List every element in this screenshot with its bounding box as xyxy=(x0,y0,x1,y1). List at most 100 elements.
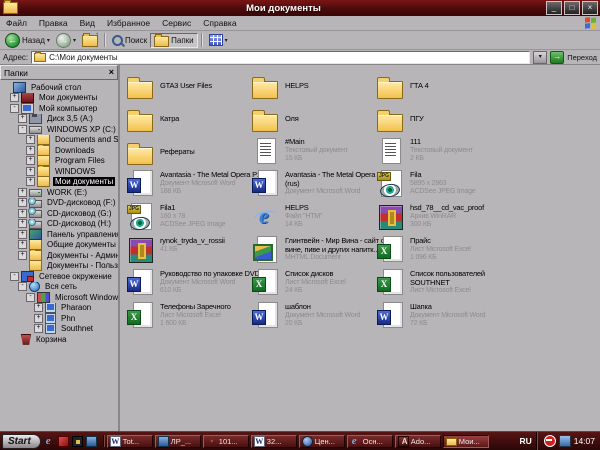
taskbar-task[interactable]: ЛР_... xyxy=(155,435,201,448)
expand-toggle[interactable]: + xyxy=(18,188,27,197)
tree-item[interactable]: +WORK (E:) xyxy=(0,187,118,198)
file-item[interactable]: 111Текстовый документ2 КБ xyxy=(376,136,501,169)
tree-item[interactable]: +DVD-дисковод (F:) xyxy=(0,198,118,209)
tree-item[interactable]: +Мои документы xyxy=(0,177,118,188)
expand-toggle[interactable]: + xyxy=(34,303,43,312)
file-item[interactable]: Катра xyxy=(126,103,251,136)
back-button[interactable]: ← Назад ▾ xyxy=(2,33,53,48)
expand-toggle[interactable]: - xyxy=(10,104,19,113)
sidebar-close-icon[interactable]: × xyxy=(109,68,114,77)
app-red-icon[interactable] xyxy=(58,436,69,447)
taskbar-task[interactable]: Осн... xyxy=(347,435,393,448)
menu-item[interactable]: Вид xyxy=(74,18,101,28)
expand-toggle[interactable]: - xyxy=(18,282,27,291)
tree-item[interactable]: +Program Files xyxy=(0,156,118,167)
menu-item[interactable]: Справка xyxy=(197,18,242,28)
tree-item[interactable]: +Панель управления xyxy=(0,229,118,240)
tree-item[interactable]: +CD-дисковод (H:) xyxy=(0,219,118,230)
file-item[interactable]: Fila1160 x 78ACDSee JPEG Image xyxy=(126,202,251,235)
tree-item[interactable]: +Pharaon xyxy=(0,303,118,314)
expand-toggle[interactable]: + xyxy=(18,114,27,123)
close-button[interactable]: × xyxy=(582,1,598,15)
menu-item[interactable]: Избранное xyxy=(101,18,156,28)
file-item[interactable]: Оля xyxy=(251,103,376,136)
tree-item[interactable]: Корзина xyxy=(0,334,118,345)
file-item[interactable]: Телефоны ЗаречногоЛист Microsoft Excel1 … xyxy=(126,301,251,334)
taskbar-task[interactable]: Ado... xyxy=(395,435,441,448)
views-dropdown-icon[interactable]: ▾ xyxy=(225,37,228,44)
file-item[interactable]: Руководство по упаковке DVDДокумент Micr… xyxy=(126,268,251,301)
up-button[interactable] xyxy=(79,33,101,48)
tree-item[interactable]: Документы - Пользователь xyxy=(0,261,118,272)
app-dark-icon[interactable] xyxy=(72,436,83,447)
tree-item[interactable]: +Phn xyxy=(0,313,118,324)
expand-toggle[interactable]: + xyxy=(34,324,43,333)
file-item[interactable]: HELPS xyxy=(251,70,376,103)
taskbar-task[interactable]: Tot... xyxy=(107,435,153,448)
taskbar-task[interactable]: 101... xyxy=(203,435,249,448)
tree-item[interactable]: +Диск 3,5 (A:) xyxy=(0,114,118,125)
tree-item[interactable]: -WINDOWS XP (C:) xyxy=(0,124,118,135)
tray-blue-icon[interactable] xyxy=(559,435,571,447)
forward-dropdown-icon[interactable]: ▾ xyxy=(73,37,76,44)
back-dropdown-icon[interactable]: ▾ xyxy=(47,37,50,44)
expand-toggle[interactable]: - xyxy=(10,272,19,281)
tree-item[interactable]: +Общие документы xyxy=(0,240,118,251)
file-item[interactable]: GTA3 User Files xyxy=(126,70,251,103)
expand-toggle[interactable]: + xyxy=(18,251,27,260)
expand-toggle[interactable]: + xyxy=(26,135,35,144)
menu-item[interactable]: Правка xyxy=(33,18,74,28)
expand-toggle[interactable]: + xyxy=(26,156,35,165)
tree-item[interactable]: +Документы - Администратор xyxy=(0,250,118,261)
expand-toggle[interactable]: + xyxy=(18,219,27,228)
tree-item[interactable]: +Downloads xyxy=(0,145,118,156)
file-item[interactable]: Список дисковЛист Microsoft Excel24 КБ xyxy=(251,268,376,301)
file-item[interactable]: hsd_78__cd_vac_proofАрхив WinRAR300 КБ xyxy=(376,202,501,235)
file-item[interactable]: Avantasia - The Metal Opera P1(rus)Докум… xyxy=(251,169,376,202)
file-item[interactable]: Avantasia - The Metal Opera P1Документ M… xyxy=(126,169,251,202)
file-item[interactable]: HELPSФайл "HTM"14 КБ xyxy=(251,202,376,235)
taskbar-task[interactable]: 32... xyxy=(251,435,297,448)
file-item[interactable]: ПГУ xyxy=(376,103,501,136)
views-button[interactable]: ▾ xyxy=(206,33,231,48)
folders-button[interactable]: Папки xyxy=(150,33,198,48)
address-dropdown-button[interactable]: ▾ xyxy=(533,51,547,64)
expand-toggle[interactable]: + xyxy=(18,230,27,239)
expand-toggle[interactable]: + xyxy=(34,314,43,323)
file-item[interactable]: rynok_tryda_v_rossii41 КБ xyxy=(126,235,251,268)
start-button[interactable]: Start xyxy=(2,434,41,449)
tray-red-icon[interactable] xyxy=(544,435,556,447)
tree-item[interactable]: +Southnet xyxy=(0,324,118,335)
taskbar-task[interactable]: Мои... xyxy=(443,435,489,448)
expand-toggle[interactable]: + xyxy=(18,209,27,218)
app-blue-icon[interactable] xyxy=(86,436,97,447)
expand-toggle[interactable]: + xyxy=(26,167,35,176)
tree-item[interactable]: +Documents and Settings xyxy=(0,135,118,146)
tree-item[interactable]: +CD-дисковод (G:) xyxy=(0,208,118,219)
go-button[interactable]: → xyxy=(550,51,564,64)
file-item[interactable]: ГТА 4 xyxy=(376,70,501,103)
file-item[interactable]: #MainТекстовый документ15 КБ xyxy=(251,136,376,169)
file-item[interactable]: Рефераты xyxy=(126,136,251,169)
expand-toggle[interactable]: - xyxy=(18,125,27,134)
ie-icon[interactable] xyxy=(44,436,55,447)
tree-item[interactable]: +Мои документы xyxy=(0,93,118,104)
expand-toggle[interactable]: + xyxy=(26,146,35,155)
file-item[interactable]: шаблонДокумент Microsoft Word20 КБ xyxy=(251,301,376,334)
tree-item[interactable]: -Сетевое окружение xyxy=(0,271,118,282)
forward-button[interactable]: → ▾ xyxy=(53,33,79,48)
file-item[interactable]: Список пользователейSOUTHNETЛист Microso… xyxy=(376,268,501,301)
address-input[interactable]: C:\Мои документы xyxy=(31,51,530,64)
tree-item[interactable]: -Вся сеть xyxy=(0,282,118,293)
expand-toggle[interactable]: + xyxy=(18,198,27,207)
taskbar-task[interactable]: Цен... xyxy=(299,435,345,448)
expand-toggle[interactable]: + xyxy=(18,240,27,249)
tree-item[interactable]: -Microsoft Windows Network xyxy=(0,292,118,303)
file-item[interactable]: ПрайсЛист Microsoft Excel1 096 КБ xyxy=(376,235,501,268)
expand-toggle[interactable]: - xyxy=(26,293,35,302)
tree-item[interactable]: Рабочий стол xyxy=(0,82,118,93)
expand-toggle[interactable]: + xyxy=(26,177,35,186)
file-item[interactable]: Глинтвейн - Мир Вина - сайт овине, пиве … xyxy=(251,235,376,268)
tree-item[interactable]: -Мой компьютер xyxy=(0,103,118,114)
tree-item[interactable]: +WINDOWS xyxy=(0,166,118,177)
